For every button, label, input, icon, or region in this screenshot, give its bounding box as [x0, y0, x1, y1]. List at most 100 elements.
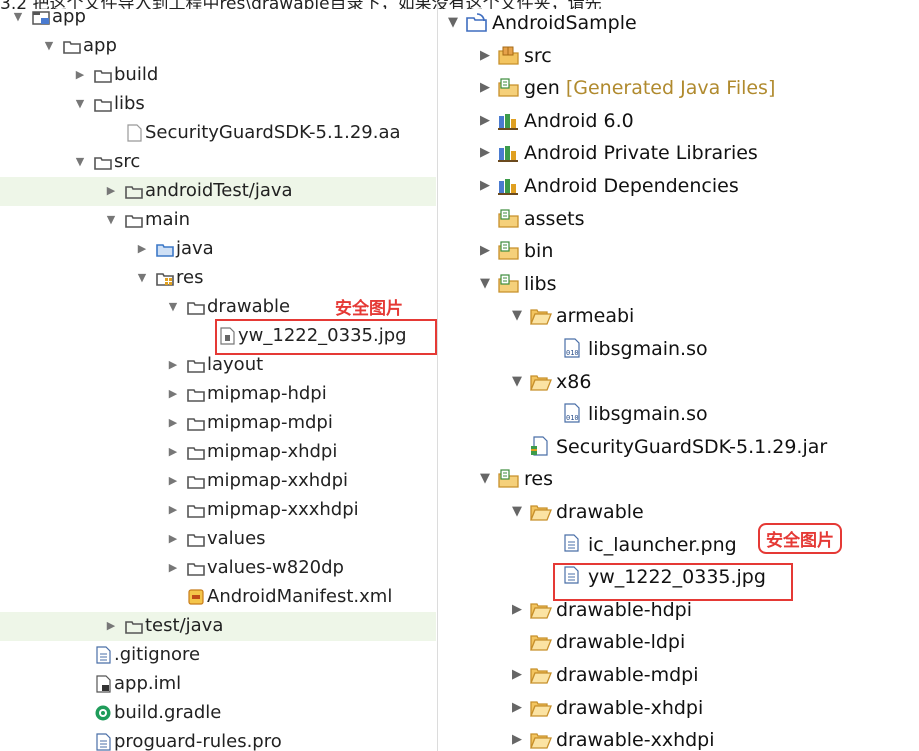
- expanded-arrow-icon[interactable]: ▼: [74, 97, 86, 110]
- right-tree-item-android-private-libraries[interactable]: ▶ Android Private Libraries: [438, 137, 919, 169]
- collapsed-arrow-icon[interactable]: ▶: [510, 732, 524, 747]
- collapsed-arrow-icon[interactable]: ▶: [478, 145, 492, 160]
- left-tree-item-main[interactable]: ▼ main: [0, 206, 436, 235]
- right-tree-item-text: src: [524, 44, 552, 68]
- right-tree-item-bin[interactable]: ▶ bin: [438, 235, 919, 267]
- collapsed-arrow-icon[interactable]: ▶: [167, 503, 179, 516]
- collapsed-arrow-icon[interactable]: ▶: [510, 667, 524, 682]
- left-tree-item-libs[interactable]: ▼ libs: [0, 90, 436, 119]
- collapsed-arrow-icon[interactable]: ▶: [167, 474, 179, 487]
- left-tree-item-mipmap-xxhdpi[interactable]: ▶ mipmap-xxhdpi: [0, 467, 436, 496]
- collapsed-arrow-icon[interactable]: ▶: [510, 602, 524, 617]
- open-folder-icon: [530, 305, 552, 327]
- left-tree-item-label: mipmap-xhdpi: [207, 441, 338, 462]
- right-tree-item-drawable-xhdpi[interactable]: ▶ drawable-xhdpi: [438, 692, 919, 724]
- right-tree-item-android-dependencies[interactable]: ▶ Android Dependencies: [438, 170, 919, 202]
- text-file-icon: [94, 733, 112, 751]
- expanded-arrow-icon[interactable]: ▼: [478, 276, 492, 291]
- expanded-arrow-icon[interactable]: ▼: [510, 504, 524, 519]
- right-tree-item-libs[interactable]: ▼ libs: [438, 268, 919, 300]
- right-tree-item-res[interactable]: ▼ res: [438, 463, 919, 495]
- binary-file-icon: 010: [562, 338, 584, 360]
- gen-folder-icon: [498, 240, 520, 262]
- left-tree-item-mipmap-mdpi[interactable]: ▶ mipmap-mdpi: [0, 409, 436, 438]
- right-tree-item-text: assets: [524, 207, 584, 231]
- collapsed-arrow-icon[interactable]: ▶: [167, 532, 179, 545]
- right-tree-item-x86[interactable]: ▼ x86: [438, 366, 919, 398]
- right-tree-item-securityguardsdk-5-1-29-jar[interactable]: SecurityGuardSDK-5.1.29.jar: [438, 431, 919, 463]
- right-tree-item-androidsample[interactable]: ▼ AndroidSample: [438, 7, 919, 39]
- right-tree-item-drawable-xxhdpi[interactable]: ▶ drawable-xxhdpi: [438, 724, 919, 751]
- collapsed-arrow-icon[interactable]: ▶: [478, 80, 492, 95]
- left-tree-item-values-w820dp[interactable]: ▶ values-w820dp: [0, 554, 436, 583]
- left-tree-item-values[interactable]: ▶ values: [0, 525, 436, 554]
- right-tree-item-android-6-0[interactable]: ▶ Android 6.0: [438, 105, 919, 137]
- right-tree-item-text: drawable-xhdpi: [556, 696, 703, 720]
- left-tree-item-mipmap-xxxhdpi[interactable]: ▶ mipmap-xxxhdpi: [0, 496, 436, 525]
- left-tree-item-layout[interactable]: ▶ layout: [0, 351, 436, 380]
- right-tree-item-drawable-mdpi[interactable]: ▶ drawable-mdpi: [438, 659, 919, 691]
- right-tree-item-text: res: [524, 467, 553, 491]
- collapsed-arrow-icon[interactable]: ▶: [478, 48, 492, 63]
- collapsed-arrow-icon[interactable]: ▶: [105, 184, 117, 197]
- collapsed-arrow-icon[interactable]: ▶: [167, 416, 179, 429]
- expanded-arrow-icon[interactable]: ▼: [74, 155, 86, 168]
- left-tree-item-gitignore[interactable]: .gitignore: [0, 641, 436, 670]
- right-tree-item-text: ic_launcher.png: [588, 533, 737, 557]
- expanded-arrow-icon[interactable]: ▼: [510, 308, 524, 323]
- left-tree-item-mipmap-hdpi[interactable]: ▶ mipmap-hdpi: [0, 380, 436, 409]
- collapsed-arrow-icon[interactable]: ▶: [167, 445, 179, 458]
- expanded-arrow-icon[interactable]: ▼: [43, 39, 55, 52]
- right-tree-item-label: AndroidSample: [492, 12, 637, 34]
- expanded-arrow-icon[interactable]: ▼: [167, 300, 179, 313]
- collapsed-arrow-icon[interactable]: ▶: [478, 178, 492, 193]
- left-tree-item-androidtest-java[interactable]: ▶ androidTest/java: [0, 177, 436, 206]
- left-tree-item-build-gradle[interactable]: build.gradle: [0, 699, 436, 728]
- collapsed-arrow-icon[interactable]: ▶: [478, 113, 492, 128]
- expanded-arrow-icon[interactable]: ▼: [136, 271, 148, 284]
- right-tree-item-assets[interactable]: assets: [438, 203, 919, 235]
- left-tree-item-mipmap-xhdpi[interactable]: ▶ mipmap-xhdpi: [0, 438, 436, 467]
- expanded-arrow-icon[interactable]: ▼: [510, 374, 524, 389]
- right-tree-item-text: libsgmain.so: [588, 402, 708, 426]
- folder-icon: [94, 95, 112, 113]
- left-tree-item-build[interactable]: ▶ build: [0, 61, 436, 90]
- left-security-image-label: 安全图片: [335, 299, 403, 319]
- collapsed-arrow-icon[interactable]: ▶: [136, 242, 148, 255]
- collapsed-arrow-icon[interactable]: ▶: [105, 619, 117, 632]
- left-tree-item-java[interactable]: ▶ java: [0, 235, 436, 264]
- collapsed-arrow-icon[interactable]: ▶: [74, 68, 86, 81]
- left-tree-item-securityguardsdk-5-1-29-aa[interactable]: SecurityGuardSDK-5.1.29.aa: [0, 119, 436, 148]
- right-tree-item-ic-launcher-png[interactable]: ic_launcher.png: [438, 529, 919, 561]
- right-security-image-label: 安全图片: [758, 523, 842, 554]
- left-tree-item-androidmanifest-xml[interactable]: AndroidManifest.xml: [0, 583, 436, 612]
- open-folder-icon: [530, 729, 552, 751]
- pkg-folder-icon: [498, 45, 520, 67]
- left-tree-item-test-java[interactable]: ▶ test/java: [0, 612, 436, 641]
- left-tree-item-res[interactable]: ▼ res: [0, 264, 436, 293]
- right-tree-item-drawable-ldpi[interactable]: drawable-ldpi: [438, 626, 919, 658]
- expanded-arrow-icon[interactable]: ▼: [446, 15, 460, 30]
- collapsed-arrow-icon[interactable]: ▶: [478, 243, 492, 258]
- gen-folder-icon: [498, 208, 520, 230]
- left-tree-item-app-iml[interactable]: app.iml: [0, 670, 436, 699]
- right-tree-item-libsgmain-so[interactable]: 010 libsgmain.so: [438, 333, 919, 365]
- left-tree-item-src[interactable]: ▼ src: [0, 148, 436, 177]
- collapsed-arrow-icon[interactable]: ▶: [167, 561, 179, 574]
- right-tree-item-libsgmain-so[interactable]: 010 libsgmain.so: [438, 398, 919, 430]
- expanded-arrow-icon[interactable]: ▼: [12, 10, 24, 23]
- collapsed-arrow-icon[interactable]: ▶: [510, 700, 524, 715]
- folder-icon: [187, 472, 205, 490]
- right-tree-item-drawable[interactable]: ▼ drawable: [438, 496, 919, 528]
- collapsed-arrow-icon[interactable]: ▶: [167, 387, 179, 400]
- right-tree-item-text: drawable-mdpi: [556, 663, 699, 687]
- right-tree-item-armeabi[interactable]: ▼ armeabi: [438, 300, 919, 332]
- expanded-arrow-icon[interactable]: ▼: [478, 471, 492, 486]
- left-tree-item-app[interactable]: ▼ app: [0, 32, 436, 61]
- folder-icon: [187, 443, 205, 461]
- collapsed-arrow-icon[interactable]: ▶: [167, 358, 179, 371]
- right-tree-item-src[interactable]: ▶ src: [438, 40, 919, 72]
- left-tree-item-proguard-rules-pro[interactable]: proguard-rules.pro: [0, 728, 436, 751]
- right-tree-item-gen[interactable]: ▶ gen [Generated Java Files]: [438, 72, 919, 104]
- expanded-arrow-icon[interactable]: ▼: [105, 213, 117, 226]
